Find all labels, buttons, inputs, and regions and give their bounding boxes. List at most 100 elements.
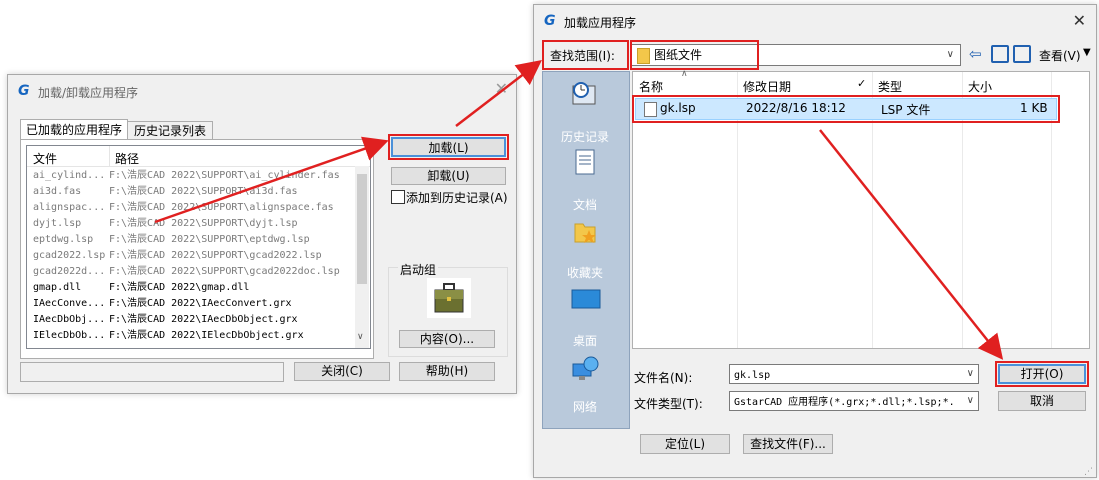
column-header-date[interactable]: 修改日期 <box>743 78 791 95</box>
column-header-file[interactable]: 文件 <box>33 150 57 167</box>
table-row[interactable]: dyjt.lsp F:\浩辰CAD 2022\SUPPORT\dyjt.lsp <box>27 216 355 232</box>
table-row[interactable]: ai3d.fas F:\浩辰CAD 2022\SUPPORT\ai3d.fas <box>27 184 355 200</box>
favorites-folder-icon[interactable] <box>571 216 599 246</box>
table-row[interactable]: eptdwg.lsp F:\浩辰CAD 2022\SUPPORT\eptdwg.l… <box>27 232 355 248</box>
history-icon[interactable] <box>571 80 599 108</box>
up-folder-icon[interactable] <box>991 45 1009 63</box>
file-list[interactable]: ∧ 名称 修改日期 ✓ 类型 大小 gk.lsp 2022/8/16 18:12… <box>632 69 1090 349</box>
row-path: F:\浩辰CAD 2022\IAecDbObject.grx <box>109 314 298 325</box>
table-row[interactable]: ai_cylind... F:\浩辰CAD 2022\SUPPORT\ai_cyl… <box>27 168 355 184</box>
row-path: F:\浩辰CAD 2022\SUPPORT\eptdwg.lsp <box>109 234 310 245</box>
resize-grip-icon[interactable]: ⋰ <box>1084 467 1093 477</box>
tab-label: 历史记录列表 <box>133 124 206 138</box>
table-row[interactable]: gcad2022d... F:\浩辰CAD 2022\SUPPORT\gcad20… <box>27 264 355 280</box>
cancel-button[interactable]: 取消 <box>998 391 1086 411</box>
help-button[interactable]: 帮助(H) <box>399 362 495 381</box>
view-dropdown-icon[interactable]: ▼ <box>1083 47 1091 58</box>
file-name: gk.lsp <box>660 101 696 115</box>
row-file: gcad2022d... <box>33 266 106 277</box>
contents-button[interactable]: 内容(O)... <box>399 330 495 348</box>
table-row[interactable]: IAecDbObj... F:\浩辰CAD 2022\IAecDbObject.g… <box>27 312 355 328</box>
scroll-down-icon[interactable]: ∨ <box>357 332 364 342</box>
table-row[interactable]: gcad2022.lsp F:\浩辰CAD 2022\SUPPORT\gcad20… <box>27 248 355 264</box>
row-file: dyjt.lsp <box>33 218 82 229</box>
row-path: F:\浩辰CAD 2022\SUPPORT\gcad2022doc.lsp <box>109 266 340 277</box>
look-in-select[interactable]: 图纸文件 ∨ <box>631 44 961 66</box>
gstarcad-logo-icon: G <box>18 83 30 99</box>
places-desktop-label[interactable]: 桌面 <box>543 332 627 349</box>
column-divider <box>109 146 110 166</box>
load-button[interactable]: 加载(L) <box>388 134 509 160</box>
look-in-value: 图纸文件 <box>654 48 703 62</box>
desktop-icon[interactable] <box>571 288 601 312</box>
tab-loaded-apps[interactable]: 已加载的应用程序 <box>20 119 128 140</box>
chevron-down-icon[interactable]: ∨ <box>966 392 974 410</box>
network-icon[interactable] <box>571 356 601 384</box>
find-file-button[interactable]: 查找文件(F)... <box>743 434 833 454</box>
file-type: LSP 文件 <box>881 103 931 117</box>
filetype-select[interactable]: GstarCAD 应用程序(*.grx;*.dll;*.lsp;*. ∨ <box>729 391 979 411</box>
row-file: eptdwg.lsp <box>33 234 94 245</box>
load-application-dialog: G 加载应用程序 ✕ 查找范围(I): 图纸文件 ∨ ⇦ 查看(V) ▼ 历史记… <box>533 4 1097 478</box>
close-icon[interactable]: ✕ <box>1073 11 1086 30</box>
list-body: ai_cylind... F:\浩辰CAD 2022\SUPPORT\ai_cyl… <box>27 168 355 348</box>
places-documents-label[interactable]: 文档 <box>543 196 627 213</box>
filename-input[interactable]: gk.lsp ∨ <box>729 364 979 384</box>
filetype-label: 文件类型(T): <box>634 397 703 411</box>
tab-history-list[interactable]: 历史记录列表 <box>127 121 213 140</box>
places-bar: 历史记录 文档 收藏夹 桌面 网络 <box>542 71 630 429</box>
row-file: IAecDbObj... <box>33 314 106 325</box>
title-bar: G 加载/卸载应用程序 ✕ <box>8 75 516 107</box>
list-header: 文件 路径 <box>27 146 370 167</box>
title-bar: G 加载应用程序 ✕ <box>534 5 1096 37</box>
row-path: F:\浩辰CAD 2022\IElecDbObject.grx <box>109 330 304 341</box>
row-path: F:\浩辰CAD 2022\gmap.dll <box>109 282 250 293</box>
places-history-label[interactable]: 历史记录 <box>543 128 627 145</box>
places-favorites-label[interactable]: 收藏夹 <box>543 264 627 281</box>
filename-label: 文件名(N): <box>634 371 693 385</box>
row-file: gmap.dll <box>33 282 82 293</box>
row-file: IAecConve... <box>33 298 106 309</box>
tab-label: 已加载的应用程序 <box>25 123 122 137</box>
table-row[interactable]: gmap.dll F:\浩辰CAD 2022\gmap.dll <box>27 280 355 296</box>
row-file: IElecDbOb... <box>33 330 106 341</box>
close-button[interactable]: 关闭(C) <box>294 362 390 381</box>
file-date: 2022/8/16 18:12 <box>746 101 846 115</box>
file-row[interactable]: gk.lsp 2022/8/16 18:12 LSP 文件 1 KB <box>632 95 1060 123</box>
add-history-checkbox[interactable] <box>391 190 405 204</box>
row-path: F:\浩辰CAD 2022\SUPPORT\dyjt.lsp <box>109 218 298 229</box>
documents-icon[interactable] <box>573 148 597 176</box>
column-header-name[interactable]: 名称 <box>639 78 663 95</box>
row-file: gcad2022.lsp <box>33 250 106 261</box>
loaded-apps-list[interactable]: 文件 路径 ai_cylind... F:\浩辰CAD 2022\SUPPORT\… <box>26 145 371 349</box>
gstarcad-logo-icon: G <box>544 13 556 29</box>
file-list-header: ∧ 名称 修改日期 ✓ 类型 大小 <box>633 69 1089 348</box>
chevron-down-icon[interactable]: ∨ <box>967 365 974 383</box>
column-header-path[interactable]: 路径 <box>115 150 139 167</box>
places-network-label[interactable]: 网络 <box>543 398 627 415</box>
vertical-scrollbar[interactable]: ∨ <box>355 166 369 348</box>
add-history-label: 添加到历史记录(A) <box>406 191 508 205</box>
table-row[interactable]: IAecConve... F:\浩辰CAD 2022\IAecConvert.gr… <box>27 296 355 312</box>
row-path: F:\浩辰CAD 2022\SUPPORT\ai_cylinder.fas <box>109 170 340 181</box>
row-file: ai_cylind... <box>33 170 106 181</box>
close-icon[interactable]: ✕ <box>495 79 508 98</box>
new-folder-icon[interactable] <box>1013 45 1031 63</box>
dialog-title: 加载/卸载应用程序 <box>38 86 139 100</box>
column-header-size[interactable]: 大小 <box>968 78 992 95</box>
table-row[interactable]: IElecDbOb... F:\浩辰CAD 2022\IElecDbObject.… <box>27 328 355 344</box>
filename-value: gk.lsp <box>734 370 771 381</box>
checkmark-icon: ✓ <box>857 77 867 90</box>
locate-button[interactable]: 定位(L) <box>640 434 730 454</box>
open-button[interactable]: 打开(O) <box>995 361 1089 387</box>
back-arrow-icon[interactable]: ⇦ <box>969 45 982 63</box>
status-field <box>20 362 284 382</box>
table-row[interactable]: alignspac... F:\浩辰CAD 2022\SUPPORT\aligns… <box>27 200 355 216</box>
column-header-type[interactable]: 类型 <box>878 78 902 95</box>
sort-up-icon: ∧ <box>681 69 688 79</box>
unload-button[interactable]: 卸载(U) <box>391 167 506 185</box>
file-size: 1 KB <box>1020 101 1048 115</box>
scrollbar-thumb[interactable] <box>357 174 367 284</box>
view-menu-button[interactable]: 查看(V) <box>1039 47 1081 64</box>
chevron-down-icon[interactable]: ∨ <box>947 45 954 65</box>
